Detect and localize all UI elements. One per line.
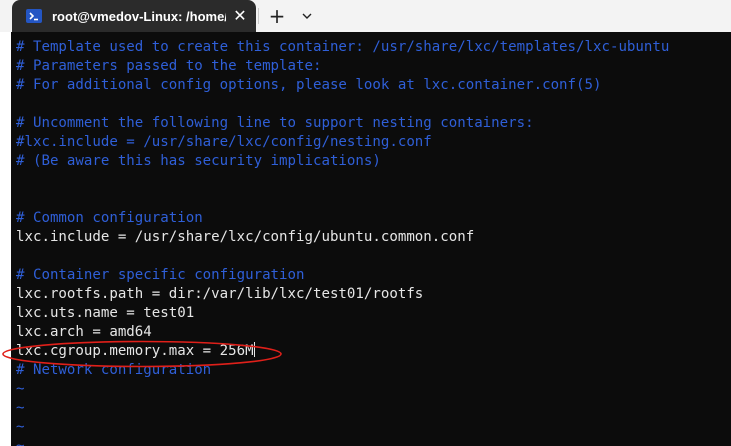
config-line: lxc.cgroup.memory.max = 256M [16,342,669,361]
line-text: ~ [16,419,25,435]
config-line [16,95,669,114]
empty-line-marker: ~ [16,399,669,418]
tab-divider [258,8,259,24]
config-line [16,171,669,190]
line-text: lxc.include = /usr/share/lxc/config/ubun… [16,229,475,245]
empty-line-marker: ~ [16,418,669,437]
new-tab-button[interactable]: + [262,2,292,30]
line-text: #lxc.include = /usr/share/lxc/config/nes… [16,134,432,150]
line-text: ~ [16,438,25,446]
empty-line-marker: ~ [16,380,669,399]
comment-line: # Container specific configuration [16,266,669,285]
comment-line: # Uncomment the following line to suppor… [16,114,669,133]
comment-line: # Parameters passed to the template: [16,57,669,76]
line-text: # Common configuration [16,210,203,226]
powershell-icon [26,9,42,23]
tab-active[interactable]: root@vmedov-Linux: /home/v ✕ [12,0,256,32]
vim-buffer: # Template used to create this container… [16,38,669,446]
comment-line: # Common configuration [16,209,669,228]
comment-line: # For additional config options, please … [16,76,669,95]
line-text: # Parameters passed to the template: [16,58,322,74]
line-text: # Uncomment the following line to suppor… [16,115,534,131]
config-line: lxc.uts.name = test01 [16,304,669,323]
line-text: # Template used to create this container… [16,39,670,55]
config-line [16,190,669,209]
terminal-window: root@vmedov-Linux: /home/v ✕ + # Templat… [0,0,731,446]
line-text: lxc.rootfs.path = dir:/var/lib/lxc/test0… [16,286,424,302]
line-text: # Network configuration [16,362,212,378]
config-line [16,247,669,266]
line-text: # (Be aware this has security implicatio… [16,153,381,169]
config-line: lxc.arch = amd64 [16,323,669,342]
line-text: # For additional config options, please … [16,77,602,93]
line-text: lxc.arch = amd64 [16,324,152,340]
text-cursor [253,342,255,357]
line-text: # Container specific configuration [16,267,305,283]
config-line: lxc.include = /usr/share/lxc/config/ubun… [16,228,669,247]
tab-title: root@vmedov-Linux: /home/v [52,8,226,24]
terminal-pane[interactable]: # Template used to create this container… [11,32,731,446]
chevron-down-icon[interactable] [294,2,320,30]
line-text: lxc.cgroup.memory.max = 256M [16,343,254,359]
line-text: lxc.uts.name = test01 [16,305,195,321]
tab-strip: root@vmedov-Linux: /home/v ✕ + [0,0,731,32]
comment-line: #lxc.include = /usr/share/lxc/config/nes… [16,133,669,152]
close-icon[interactable]: ✕ [226,4,254,28]
left-margin [0,32,11,446]
line-text: ~ [16,381,25,397]
config-line: lxc.rootfs.path = dir:/var/lib/lxc/test0… [16,285,669,304]
empty-line-marker: ~ [16,437,669,446]
line-text: ~ [16,400,25,416]
comment-line: # (Be aware this has security implicatio… [16,152,669,171]
comment-line: # Network configuration [16,361,669,380]
comment-line: # Template used to create this container… [16,38,669,57]
